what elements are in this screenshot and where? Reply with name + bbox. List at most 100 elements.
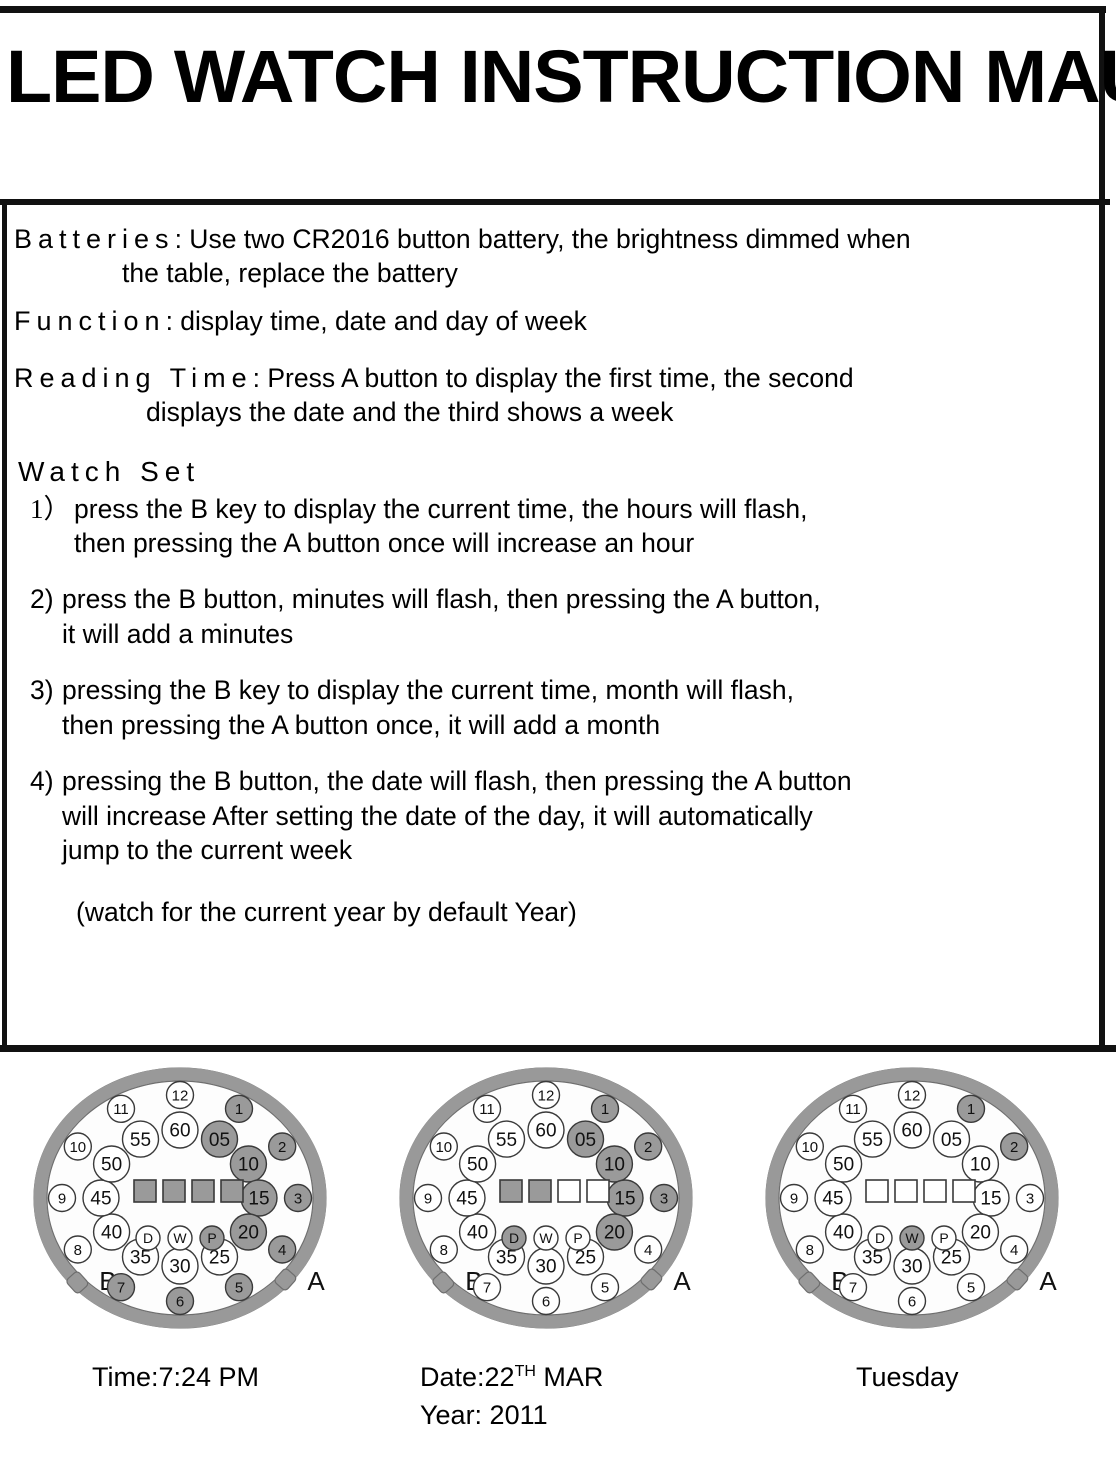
crown-label-a: A (1039, 1266, 1057, 1296)
hour-marker-1-label: 1 (967, 1101, 975, 1118)
minute-marker-30: 30 (161, 1247, 199, 1285)
hour-marker-8: 8 (63, 1235, 93, 1264)
frame-rule-right-mid (1099, 202, 1105, 1050)
watch-time: AB0510152025303540455055 6012345678910111… (33, 1067, 327, 1329)
watch-diagram-week: A B 05 10 15 20 25 30 35 40 45 50 55 60 1 2 3 4 5 6 7 8 9 10 11 1… (744, 1058, 1104, 1358)
mode-indicator-p-label: P (207, 1230, 216, 1246)
minute-marker-60: 60 (893, 1111, 931, 1149)
watch-week: AB0510152025303540455055 6012345678910111… (765, 1067, 1059, 1329)
minute-marker-10: 10 (229, 1145, 268, 1183)
caption-date-month: MAR (535, 1362, 604, 1392)
hour-marker-11-label: 11 (845, 1101, 861, 1118)
step-4-number: 4) (30, 766, 54, 797)
minute-marker-55-label: 55 (496, 1130, 517, 1151)
mode-indicator-d: D (867, 1225, 893, 1251)
hour-marker-12: 12 (897, 1080, 927, 1110)
hour-marker-9: 9 (779, 1183, 809, 1213)
frame-rule-bottom (0, 1045, 1116, 1052)
hour-marker-7-label: 7 (483, 1279, 491, 1296)
year-square-3 (557, 1179, 581, 1203)
minute-marker-55: 55 (853, 1120, 892, 1158)
hour-marker-10-label: 10 (69, 1139, 86, 1156)
minute-marker-45: 45 (448, 1179, 486, 1217)
step-1-number: 1） (30, 493, 71, 524)
year-square-3 (923, 1179, 947, 1203)
step-2-line2: it will add a minutes (62, 618, 294, 649)
watch-set-step-4: 4) pressing the B button, the date will … (14, 764, 1092, 867)
hour-marker-5-label: 5 (601, 1279, 609, 1296)
frame-rule-top (0, 6, 1106, 13)
hour-marker-4-label: 4 (644, 1242, 652, 1259)
mode-indicator-p: P (931, 1225, 957, 1251)
step-1-line1: press the B key to display the current t… (74, 493, 808, 524)
minute-marker-50-label: 50 (833, 1155, 854, 1176)
minute-marker-05: 05 (932, 1120, 971, 1158)
hour-marker-4-label: 4 (1010, 1242, 1018, 1259)
minute-marker-60: 60 (527, 1111, 565, 1149)
batteries-text-line1: Use two CR2016 button battery, the brigh… (181, 224, 911, 254)
minute-marker-15: 15 (972, 1179, 1010, 1217)
reading-time-text-line1: Press A button to display the first time… (259, 362, 854, 393)
caption-date-ordinal: TH (514, 1363, 536, 1380)
hour-marker-6-label: 6 (542, 1293, 550, 1310)
mode-indicator-d: D (135, 1225, 161, 1251)
mode-indicator-w: W (167, 1225, 193, 1251)
mode-indicator-w-label: W (539, 1230, 553, 1246)
reading-time-text-line2: displays the date and the third shows a … (146, 396, 674, 427)
mode-indicator-p-label: P (939, 1230, 948, 1246)
mode-indicator-p: P (565, 1225, 591, 1251)
minute-marker-30-label: 30 (901, 1257, 922, 1278)
minute-marker-10-label: 10 (238, 1155, 259, 1176)
mode-indicator-d-label: D (143, 1230, 153, 1246)
minute-marker-20: 20 (961, 1213, 1000, 1251)
minute-marker-05-label: 05 (209, 1130, 230, 1151)
hour-marker-11-label: 11 (479, 1101, 495, 1118)
frame-rule-left-mid (2, 202, 7, 1050)
hour-marker-1: 1 (224, 1094, 254, 1123)
hour-marker-6-label: 6 (908, 1293, 916, 1310)
year-square-1 (865, 1179, 889, 1203)
hour-marker-10-label: 10 (435, 1139, 452, 1156)
watch-set-step-2: 2) press the B button, minutes will flas… (14, 582, 1092, 651)
hour-marker-6: 6 (531, 1286, 561, 1316)
hour-marker-5: 5 (224, 1273, 254, 1302)
minute-marker-45-label: 45 (456, 1189, 477, 1210)
hour-marker-4: 4 (267, 1235, 297, 1264)
hour-marker-4: 4 (633, 1235, 663, 1264)
minute-marker-45-label: 45 (90, 1189, 111, 1210)
hour-marker-7-label: 7 (849, 1279, 857, 1296)
minute-marker-45-label: 45 (822, 1189, 843, 1210)
hour-marker-10: 10 (429, 1132, 459, 1161)
caption-time: Time:7:24 PM (92, 1358, 259, 1396)
hour-marker-4: 4 (999, 1235, 1029, 1264)
minute-marker-45: 45 (814, 1179, 852, 1217)
hour-marker-1: 1 (956, 1094, 986, 1123)
hour-marker-6: 6 (897, 1286, 927, 1316)
batteries-paragraph: Batteries: Use two CR2016 button battery… (14, 222, 1092, 291)
step-2-line1: press the B button, minutes will flash, … (62, 584, 821, 615)
frame-rule-middle (0, 199, 1110, 205)
hour-marker-9-label: 9 (790, 1190, 798, 1207)
minute-marker-10: 10 (595, 1145, 634, 1183)
step-3-line1: pressing the B key to display the curren… (62, 675, 795, 706)
minute-marker-30: 30 (893, 1247, 931, 1285)
mode-indicator-w-label: W (905, 1230, 919, 1246)
minute-marker-60-label: 60 (901, 1121, 922, 1142)
minute-marker-60: 60 (161, 1111, 199, 1149)
function-paragraph: Function: display time, date and day of … (14, 304, 1092, 339)
hour-marker-12: 12 (531, 1080, 561, 1110)
minute-marker-50: 50 (92, 1145, 131, 1183)
minute-marker-45: 45 (82, 1179, 120, 1217)
year-square-4 (952, 1179, 976, 1203)
minute-marker-30-label: 30 (535, 1257, 556, 1278)
hour-marker-3: 3 (649, 1183, 679, 1213)
hour-marker-10-label: 10 (801, 1139, 818, 1156)
reading-time-colon: : (252, 362, 260, 393)
hour-marker-7-label: 7 (117, 1279, 125, 1296)
hour-marker-6-label: 6 (176, 1293, 184, 1310)
hour-marker-11-label: 11 (113, 1101, 129, 1118)
caption-date: Date:22TH MAR Year: 2011 (420, 1358, 603, 1435)
hour-marker-12-label: 12 (904, 1087, 921, 1104)
hour-marker-9-label: 9 (58, 1190, 66, 1207)
function-colon: : (165, 305, 173, 336)
